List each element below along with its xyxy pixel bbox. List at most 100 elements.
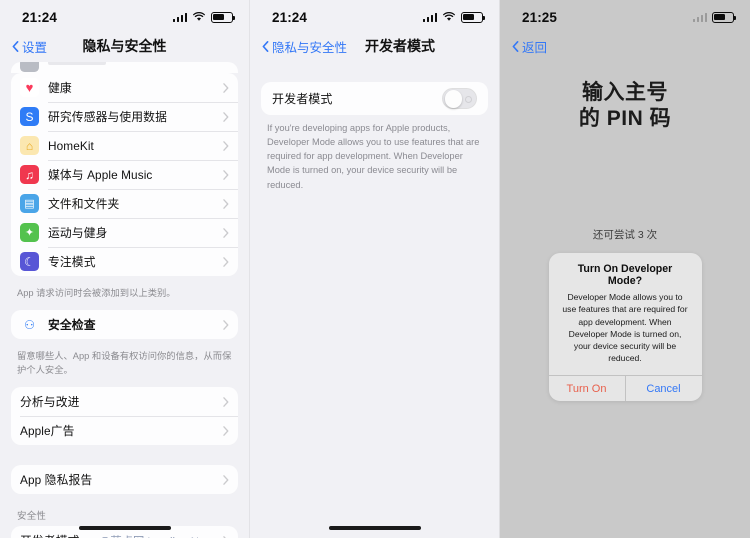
cellular-bars-icon bbox=[692, 12, 707, 22]
turn-on-button[interactable]: Turn On bbox=[549, 376, 625, 401]
home-indicator[interactable] bbox=[328, 526, 421, 530]
remaining-attempts-text: 还可尝试 3 次 bbox=[592, 229, 658, 242]
section-header-security: 安全性 bbox=[17, 511, 47, 523]
settings-row-homekit[interactable]: ⌂ HomeKit bbox=[11, 131, 238, 160]
wifi-icon bbox=[442, 12, 456, 22]
row-label: 开发者模式 bbox=[20, 532, 99, 538]
phone-screen-privacy-settings: 21:24 设置 隐私与安全性 ♥ 健康 S 研究传感器与使用数据 ⌂ Home… bbox=[0, 0, 249, 538]
row-label: 媒体与 Apple Music bbox=[48, 168, 153, 182]
settings-scroll-area[interactable]: ♥ 健康 S 研究传感器与使用数据 ⌂ HomeKit ♫ 媒体与 Apple bbox=[0, 73, 249, 538]
chevron-right-icon bbox=[223, 169, 229, 180]
partial-row-above bbox=[11, 62, 238, 73]
row-label: 健康 bbox=[48, 81, 72, 95]
screenshot-root: 21:24 设置 隐私与安全性 ♥ 健康 S 研究传感器与使用数据 ⌂ Home… bbox=[0, 0, 750, 538]
footnote-safety-check: 留意哪些人、App 和设备有权访问你的信息，从而保护个人安全。 bbox=[17, 351, 232, 375]
chevron-right-icon bbox=[223, 111, 229, 122]
chevron-right-icon bbox=[223, 475, 229, 485]
status-indicators bbox=[692, 11, 737, 23]
cellular-bars-icon bbox=[422, 12, 437, 22]
settings-row-apple-ads[interactable]: Apple广告 bbox=[11, 416, 238, 445]
page-title: 开发者模式 bbox=[365, 38, 436, 54]
focus-icon: ☾ bbox=[20, 252, 39, 271]
chevron-right-icon bbox=[223, 397, 229, 407]
nav-bar-panel3: 返回 bbox=[500, 30, 750, 62]
chevron-right-icon bbox=[223, 227, 229, 238]
back-button-settings[interactable]: 设置 bbox=[12, 37, 47, 56]
health-icon: ♥ bbox=[20, 78, 39, 97]
pin-title-line2: 的 PIN 码 bbox=[578, 106, 672, 130]
settings-row-health[interactable]: ♥ 健康 bbox=[11, 73, 238, 102]
status-bar-panel1: 21:24 bbox=[0, 0, 249, 30]
nav-bar-panel1: 设置 隐私与安全性 bbox=[0, 30, 249, 62]
home-indicator[interactable] bbox=[78, 526, 171, 530]
files-icon: ▤ bbox=[20, 194, 39, 213]
status-indicators bbox=[422, 11, 486, 23]
fitness-icon: ✦ bbox=[20, 223, 39, 242]
group-app-categories: ♥ 健康 S 研究传感器与使用数据 ⌂ HomeKit ♫ 媒体与 Apple bbox=[11, 73, 238, 276]
chevron-left-icon bbox=[12, 40, 19, 52]
row-label: 分析与改进 bbox=[20, 395, 80, 410]
safety-check-icon: ⚇ bbox=[20, 315, 39, 335]
phone-screen-developer-mode: 21:24 隐私与安全性 开发者模式 开发者模式 If you're devel… bbox=[249, 0, 499, 538]
status-time: 21:25 bbox=[522, 9, 558, 25]
back-button-return[interactable]: 返回 bbox=[512, 37, 547, 56]
chevron-left-icon bbox=[262, 40, 269, 52]
status-indicators bbox=[172, 11, 236, 23]
row-label: App 隐私报告 bbox=[20, 473, 93, 488]
alert-title: Turn On Developer Mode? bbox=[577, 263, 673, 288]
row-label: 专注模式 bbox=[48, 255, 96, 269]
settings-row-analytics[interactable]: 分析与改进 bbox=[11, 387, 238, 416]
row-label: HomeKit bbox=[48, 138, 94, 153]
chevron-right-icon bbox=[223, 320, 229, 330]
group-safety-check: ⚇ 安全检查 bbox=[11, 310, 238, 340]
row-value-watermark: @蓝点网 Landian.News bbox=[99, 533, 219, 538]
chevron-right-icon bbox=[223, 82, 229, 93]
row-label: 文件和文件夹 bbox=[48, 197, 120, 211]
back-button-privacy[interactable]: 隐私与安全性 bbox=[262, 37, 347, 56]
status-time: 21:24 bbox=[22, 9, 58, 25]
cancel-button[interactable]: Cancel bbox=[624, 376, 702, 402]
pin-title-line1: 输入主号 bbox=[582, 81, 668, 104]
apple-music-icon: ♫ bbox=[20, 165, 39, 184]
developer-mode-toggle[interactable] bbox=[442, 88, 477, 109]
settings-row-fitness[interactable]: ✦ 运动与健身 bbox=[11, 218, 238, 247]
alert-message: Developer Mode allows you to use feature… bbox=[562, 292, 688, 364]
back-button-label: 隐私与安全性 bbox=[272, 40, 348, 55]
developer-mode-description: If you're developing apps for Apple prod… bbox=[267, 123, 480, 190]
chevron-right-icon bbox=[223, 256, 229, 267]
row-label: Apple广告 bbox=[20, 424, 75, 439]
homekit-icon: ⌂ bbox=[20, 136, 39, 155]
developer-mode-card: 开发者模式 bbox=[261, 82, 488, 115]
status-bar-panel2: 21:24 bbox=[250, 0, 499, 30]
pin-entry-title: 输入主号 的 PIN 码 bbox=[500, 80, 750, 131]
back-button-label: 设置 bbox=[22, 40, 48, 55]
toggle-knob bbox=[444, 90, 462, 108]
settings-row-focus[interactable]: ☾ 专注模式 bbox=[11, 247, 238, 276]
row-label: 研究传感器与使用数据 bbox=[48, 110, 167, 124]
cellular-bars-icon bbox=[172, 12, 187, 22]
alert-body: Turn On Developer Mode? Developer Mode a… bbox=[549, 253, 702, 375]
chevron-left-icon bbox=[512, 40, 519, 52]
settings-row-research-sensor[interactable]: S 研究传感器与使用数据 bbox=[11, 102, 238, 131]
battery-icon bbox=[461, 11, 486, 23]
chevron-right-icon bbox=[223, 198, 229, 209]
battery-icon bbox=[211, 11, 236, 23]
developer-mode-label: 开发者模式 bbox=[272, 92, 333, 106]
settings-row-app-privacy-report[interactable]: App 隐私报告 bbox=[11, 465, 238, 494]
settings-row-safety-check[interactable]: ⚇ 安全检查 bbox=[11, 310, 238, 339]
row-label: 安全检查 bbox=[48, 318, 96, 333]
chevron-right-icon bbox=[223, 140, 229, 151]
nav-bar-panel2: 隐私与安全性 开发者模式 bbox=[250, 30, 499, 62]
wifi-icon bbox=[192, 12, 206, 22]
research-sensor-icon: S bbox=[20, 107, 39, 126]
settings-row-files[interactable]: ▤ 文件和文件夹 bbox=[11, 189, 238, 218]
settings-row-apple-music[interactable]: ♫ 媒体与 Apple Music bbox=[11, 160, 238, 189]
alert-buttons: Turn On Cancel bbox=[548, 375, 702, 402]
partial-row-icon bbox=[20, 62, 39, 72]
group-app-privacy-report: App 隐私报告 bbox=[11, 465, 238, 495]
partial-row-text bbox=[48, 62, 106, 65]
group-analytics: 分析与改进 Apple广告 bbox=[11, 387, 238, 446]
developer-mode-alert-dialog: Turn On Developer Mode? Developer Mode a… bbox=[548, 253, 702, 402]
back-button-label: 返回 bbox=[522, 40, 548, 55]
